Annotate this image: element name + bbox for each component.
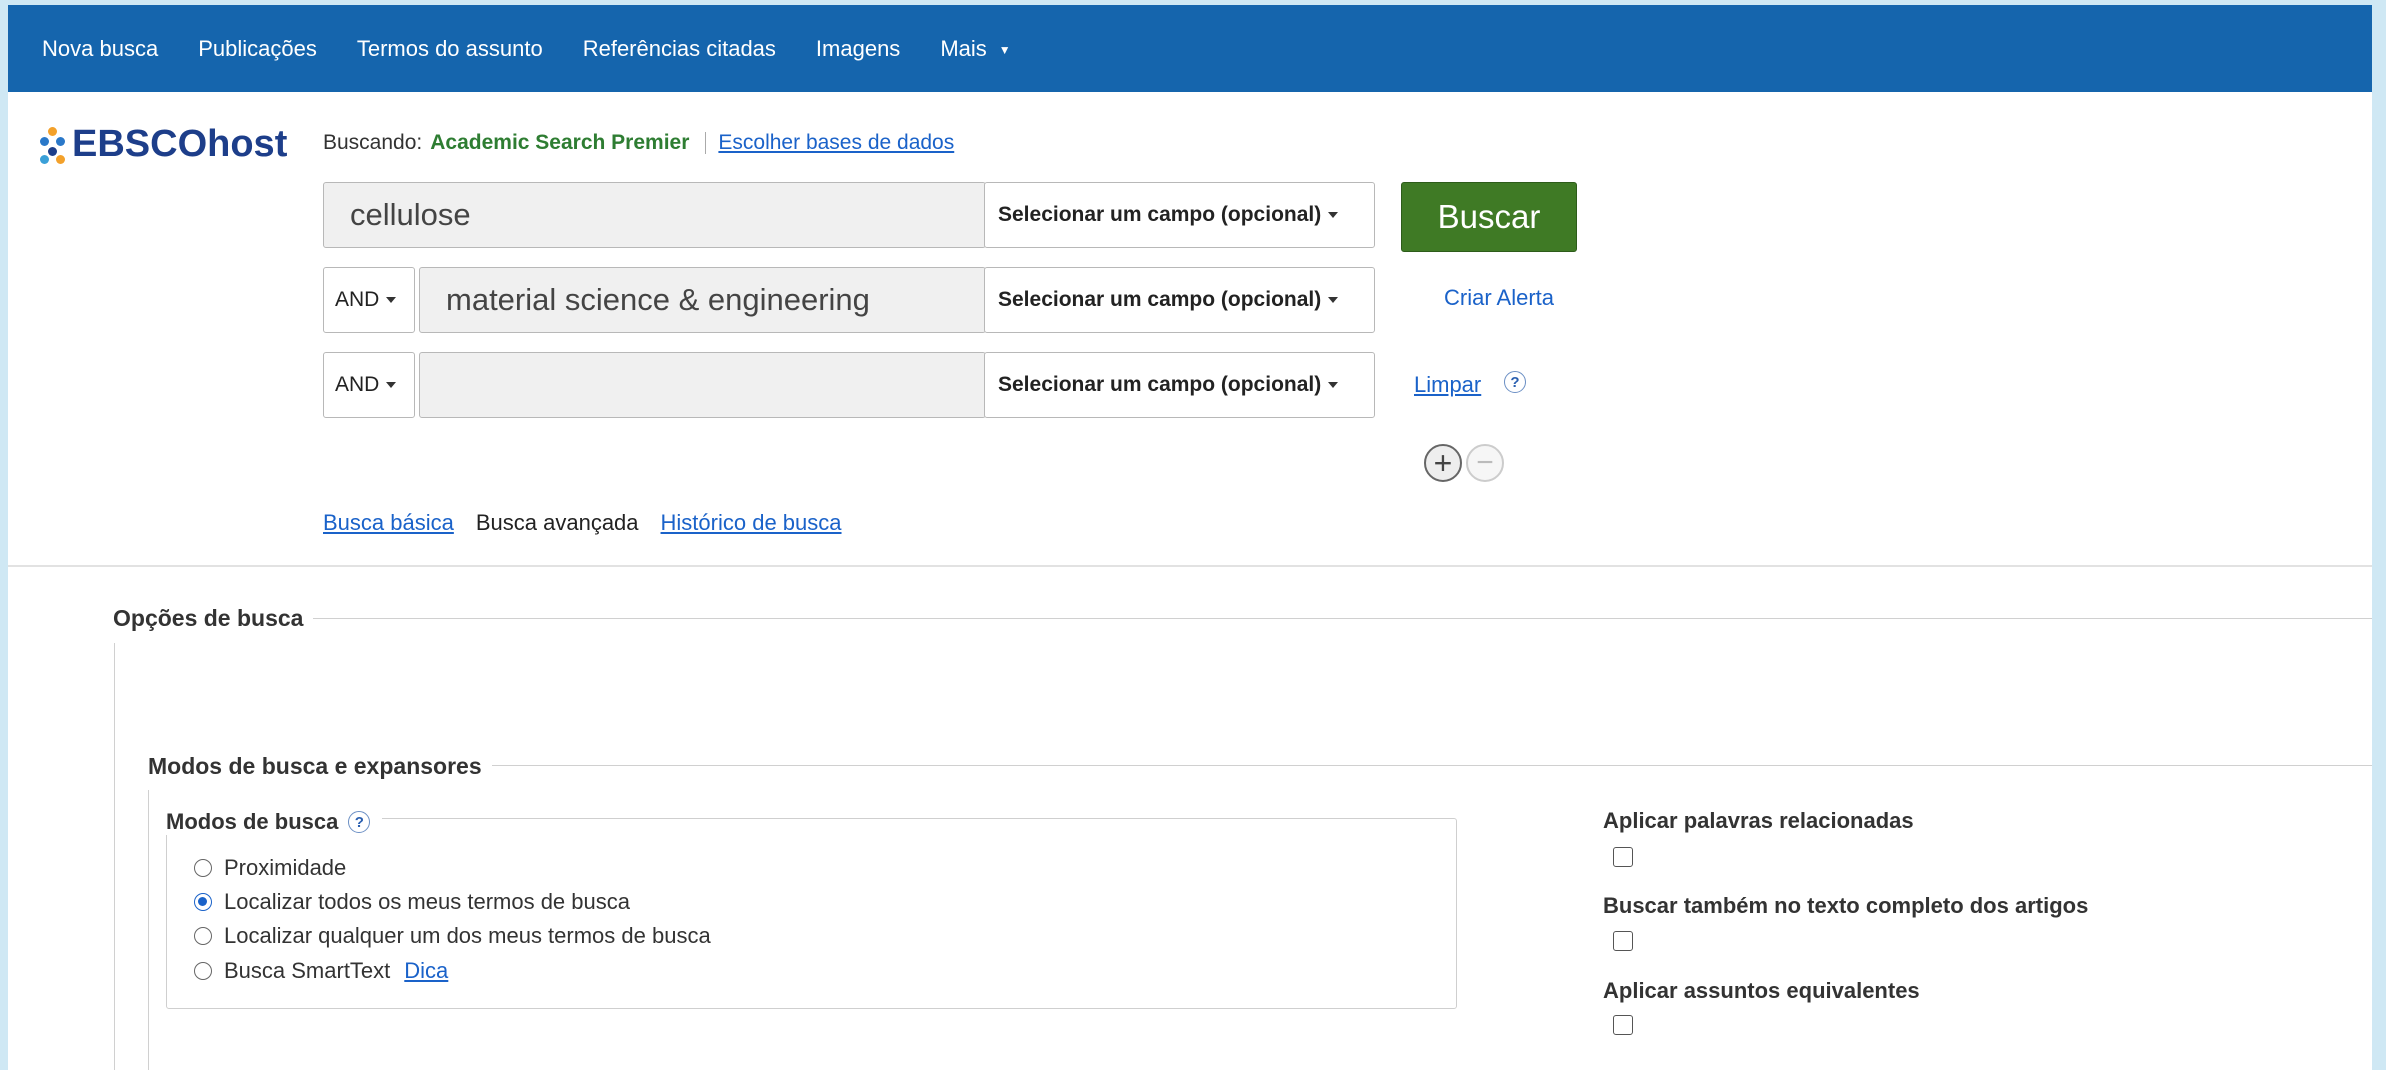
fieldset-border (114, 643, 115, 1070)
field-select-label: Selecionar um campo (opcional) (998, 203, 1322, 226)
search-options-title: Opções de busca (113, 605, 314, 632)
mode-option-smarttext[interactable]: Busca SmartText Dica (194, 958, 448, 984)
ebscohost-logo[interactable]: EBSCOhost (38, 123, 287, 166)
equivalent-subjects-label: Aplicar assuntos equivalentes (1603, 978, 1920, 1003)
search-input-3[interactable] (419, 352, 986, 418)
nav-mais[interactable]: Mais ▼ (940, 36, 1010, 62)
logo-text: EBSCOhost (72, 123, 288, 165)
search-modes-legend: Modos de busca ? (162, 809, 383, 835)
clear-link[interactable]: Limpar (1414, 372, 1481, 398)
radio-button[interactable] (194, 859, 212, 877)
advanced-search-current: Busca avançada (475, 510, 639, 535)
mode-option-proximity[interactable]: Proximidade (194, 855, 346, 881)
basic-search-link[interactable]: Busca básica (323, 510, 454, 536)
top-navigation: Nova busca Publicações Termos do assunto… (8, 5, 2372, 92)
database-name: Academic Search Premier (430, 131, 690, 154)
search-input-1[interactable]: cellulose (323, 182, 986, 248)
search-type-links: Busca básica Busca avançada Histórico de… (323, 510, 864, 536)
mode-option-label: Proximidade (224, 855, 347, 880)
full-text-checkbox[interactable] (1613, 931, 1633, 951)
boolean-operator-select-2[interactable]: AND (323, 267, 415, 333)
related-words-checkbox[interactable] (1613, 847, 1633, 867)
mode-option-any-terms[interactable]: Localizar qualquer um dos meus termos de… (194, 923, 711, 949)
tip-link[interactable]: Dica (404, 958, 448, 984)
field-select-label: Selecionar um campo (opcional) (998, 373, 1322, 396)
searching-line: Buscando: Academic Search Premier Escolh… (323, 131, 954, 155)
caret-down-icon: ▼ (998, 42, 1011, 57)
equivalent-subjects-checkbox[interactable] (1613, 1015, 1633, 1035)
create-alert-link[interactable]: Criar Alerta (1444, 285, 1554, 311)
search-input-2[interactable]: material science & engineering (419, 267, 986, 333)
help-icon[interactable]: ? (348, 811, 371, 833)
mode-option-label: Localizar todos os meus termos de busca (224, 889, 630, 914)
nav-termos-do-assunto[interactable]: Termos do assunto (357, 36, 543, 62)
field-select-1[interactable]: Selecionar um campo (opcional) (984, 182, 1375, 248)
help-icon[interactable]: ? (1504, 371, 1526, 393)
field-select-3[interactable]: Selecionar um campo (opcional) (984, 352, 1375, 418)
caret-down-icon (1328, 382, 1339, 388)
search-button[interactable]: Buscar (1401, 182, 1577, 252)
logo-dots-icon (38, 125, 68, 165)
section-divider (8, 565, 2372, 567)
field-select-2[interactable]: Selecionar um campo (opcional) (984, 267, 1375, 333)
radio-button[interactable] (194, 893, 212, 911)
fieldset-border (148, 790, 149, 1070)
boolean-operator-label: AND (335, 373, 380, 396)
add-row-icon[interactable]: + (1424, 444, 1462, 482)
caret-down-icon (386, 382, 397, 388)
nav-referencias-citadas[interactable]: Referências citadas (583, 36, 776, 62)
mode-option-label: Busca SmartText (224, 958, 391, 983)
nav-mais-label: Mais (940, 35, 987, 61)
field-select-label: Selecionar um campo (opcional) (998, 288, 1322, 311)
remove-row-icon[interactable]: − (1466, 444, 1504, 482)
modes-expanders-title: Modos de busca e expansores (148, 753, 492, 780)
nav-nova-busca[interactable]: Nova busca (42, 36, 158, 62)
divider (705, 132, 707, 154)
search-history-link[interactable]: Histórico de busca (661, 510, 842, 536)
mode-option-all-terms[interactable]: Localizar todos os meus termos de busca (194, 889, 630, 915)
full-text-label: Buscar também no texto completo dos arti… (1603, 893, 2089, 918)
caret-down-icon (1328, 297, 1339, 303)
nav-publicacoes[interactable]: Publicações (198, 36, 317, 62)
mode-option-label: Localizar qualquer um dos meus termos de… (224, 923, 711, 948)
page-frame: Nova busca Publicações Termos do assunto… (8, 5, 2372, 1070)
caret-down-icon (1328, 212, 1339, 218)
radio-button[interactable] (194, 927, 212, 945)
related-words-label: Aplicar palavras relacionadas (1603, 808, 1914, 833)
searching-label: Buscando: (323, 131, 423, 154)
fieldset-border (118, 618, 2372, 619)
caret-down-icon (386, 297, 397, 303)
nav-imagens[interactable]: Imagens (816, 36, 900, 62)
search-modes-title: Modos de busca (166, 809, 339, 834)
radio-button[interactable] (194, 962, 212, 980)
boolean-operator-label: AND (335, 288, 380, 311)
choose-databases-link[interactable]: Escolher bases de dados (718, 131, 954, 155)
boolean-operator-select-3[interactable]: AND (323, 352, 415, 418)
